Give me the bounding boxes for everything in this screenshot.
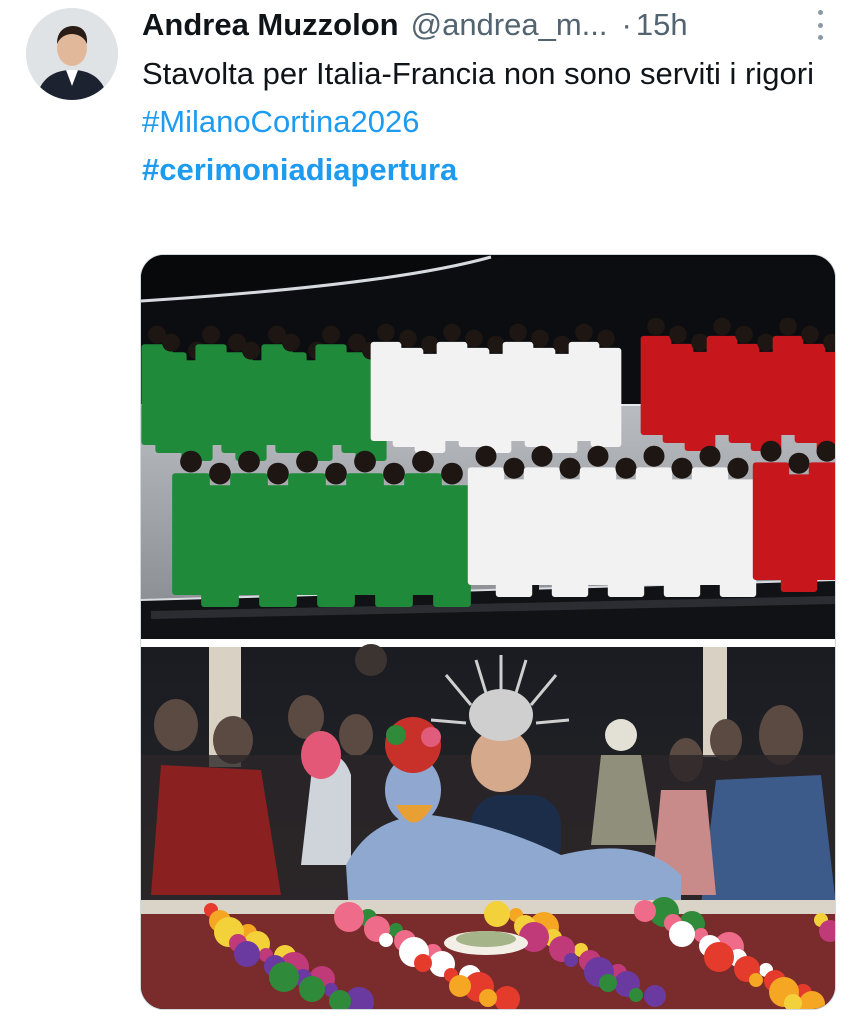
tweet-card[interactable]: Andrea Muzzolon @andrea_m... · 15h Stavo… bbox=[0, 0, 863, 1024]
media-divider bbox=[141, 639, 835, 647]
flower-decoration bbox=[749, 973, 763, 987]
banquet-image[interactable] bbox=[141, 644, 836, 1010]
flower-decoration bbox=[379, 933, 393, 947]
author-avatar[interactable] bbox=[26, 8, 118, 100]
opening-ceremony-image[interactable] bbox=[141, 255, 836, 639]
flower-decoration bbox=[484, 901, 510, 927]
separator-dot: · bbox=[621, 7, 632, 42]
author-handle[interactable]: @andrea_m... bbox=[411, 7, 608, 43]
author-display-name[interactable]: Andrea Muzzolon bbox=[142, 7, 399, 43]
flower-decoration bbox=[299, 976, 325, 1002]
more-dot bbox=[817, 10, 823, 15]
tweet-body: Stavolta per Italia-Francia non sono ser… bbox=[142, 56, 814, 91]
flower-decoration bbox=[629, 988, 643, 1002]
flower-decoration bbox=[269, 962, 299, 992]
tweet-header: Andrea Muzzolon @andrea_m... · 15h bbox=[142, 2, 823, 48]
flower-decoration bbox=[449, 975, 471, 997]
tweet-text: Stavolta per Italia-Francia non sono ser… bbox=[142, 50, 822, 194]
flower-decoration bbox=[644, 985, 666, 1007]
hashtag-cerimonia[interactable]: #cerimoniadiapertura bbox=[142, 146, 822, 194]
more-options-icon[interactable] bbox=[811, 8, 829, 42]
flower-decoration bbox=[634, 900, 656, 922]
flower-decoration bbox=[334, 902, 364, 932]
tweet-timestamp[interactable]: 15h bbox=[636, 7, 688, 43]
flower-decoration bbox=[234, 941, 260, 967]
hashtag-milanocortina[interactable]: #MilanoCortina2026 bbox=[142, 98, 822, 146]
flower-decoration bbox=[704, 942, 734, 972]
flower-decoration bbox=[414, 954, 432, 972]
more-dot bbox=[817, 22, 823, 28]
more-dot bbox=[817, 35, 823, 40]
flower-decoration bbox=[669, 921, 695, 947]
avatar-image bbox=[26, 8, 118, 100]
flower-decoration bbox=[479, 989, 497, 1007]
flower-decoration bbox=[599, 974, 617, 992]
tweet-media[interactable] bbox=[140, 254, 836, 1010]
flower-decoration bbox=[564, 953, 578, 967]
